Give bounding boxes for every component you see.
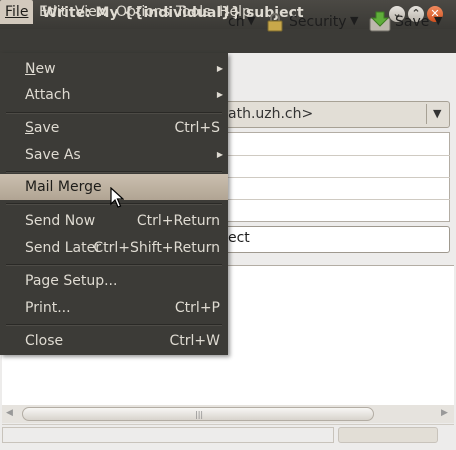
menu-edit[interactable]: Edit xyxy=(34,0,71,24)
menu-separator xyxy=(6,112,222,114)
menu-bar xyxy=(0,29,456,53)
address-row-divider xyxy=(218,177,450,178)
menu-separator xyxy=(6,171,222,173)
security-dropdown-icon[interactable]: ▼ xyxy=(350,14,358,27)
menu-item-page-setup[interactable]: Page Setup... xyxy=(0,268,228,294)
menu-item-print[interactable]: Print... Ctrl+P xyxy=(0,295,228,321)
menu-options[interactable]: Options xyxy=(111,0,175,24)
address-row-divider xyxy=(218,155,450,156)
menu-view[interactable]: View xyxy=(70,0,113,24)
subject-input[interactable] xyxy=(218,226,450,253)
mouse-pointer-icon xyxy=(110,187,124,208)
status-progress-panel xyxy=(338,427,438,443)
security-button[interactable]: Security xyxy=(289,14,347,30)
menu-item-new[interactable]: New ▶ xyxy=(0,56,228,82)
save-dropdown-icon[interactable]: ▼ xyxy=(434,14,442,27)
menu-item-save-as[interactable]: Save As ▶ xyxy=(0,142,228,168)
menu-separator xyxy=(6,324,222,326)
attach-dropdown-icon[interactable]: ▼ xyxy=(247,14,255,27)
lock-icon[interactable] xyxy=(266,12,284,32)
from-divider xyxy=(426,104,427,124)
scroll-left-icon[interactable]: ◀ xyxy=(6,408,13,418)
menu-tools[interactable]: Tools xyxy=(171,0,216,24)
scrollbar-grip-icon: ||| xyxy=(195,410,204,419)
save-icon[interactable] xyxy=(369,10,391,32)
from-value: ath.uzh.ch> xyxy=(228,106,314,122)
save-button[interactable]: Save xyxy=(395,14,429,30)
address-row-divider xyxy=(218,199,450,200)
scroll-right-icon[interactable]: ▶ xyxy=(441,408,448,418)
submenu-arrow-icon: ▶ xyxy=(216,64,223,73)
menu-item-save[interactable]: Save Ctrl+S xyxy=(0,115,228,141)
menu-separator xyxy=(6,264,222,266)
subject-value: ect xyxy=(228,230,250,246)
menu-item-attach[interactable]: Attach ▶ xyxy=(0,82,228,108)
from-dropdown-icon[interactable]: ▼ xyxy=(433,107,441,120)
menu-item-send-later[interactable]: Send Later Ctrl+Shift+Return xyxy=(0,235,228,261)
submenu-arrow-icon: ▶ xyxy=(216,150,223,159)
menu-item-send-now[interactable]: Send Now Ctrl+Return xyxy=(0,208,228,234)
status-text-panel xyxy=(2,427,334,443)
attach-button-label[interactable]: ch xyxy=(228,14,245,30)
menu-item-close[interactable]: Close Ctrl+W xyxy=(0,328,228,354)
submenu-arrow-icon: ▶ xyxy=(216,90,223,99)
menu-file[interactable]: File xyxy=(0,0,34,24)
